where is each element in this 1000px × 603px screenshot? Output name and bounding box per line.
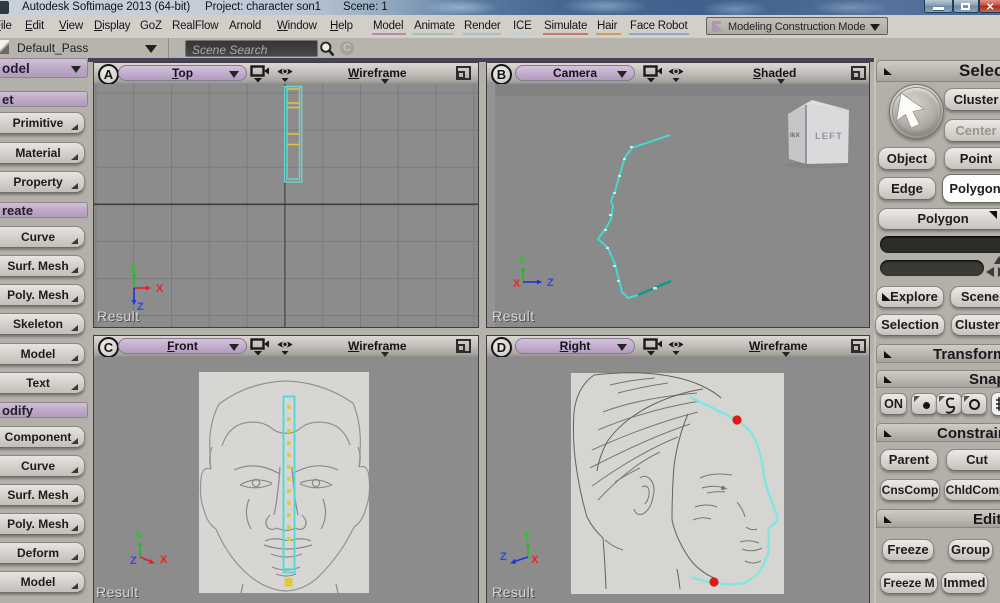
svg-text:Z: Z (547, 277, 554, 289)
svg-text:Z: Z (500, 551, 507, 563)
svg-text:Y: Y (523, 530, 531, 542)
svg-text:Y: Y (129, 264, 137, 276)
svg-text:X: X (513, 278, 521, 290)
svg-text:Y: Y (135, 530, 143, 542)
svg-text:Z: Z (130, 555, 137, 567)
svg-text:X: X (160, 554, 168, 566)
svg-text:IkX: IkX (790, 132, 800, 139)
svg-text:Y: Y (518, 255, 526, 267)
svg-text:LEFT: LEFT (815, 131, 843, 142)
svg-text:X: X (531, 554, 539, 566)
svg-text:X: X (156, 283, 164, 295)
